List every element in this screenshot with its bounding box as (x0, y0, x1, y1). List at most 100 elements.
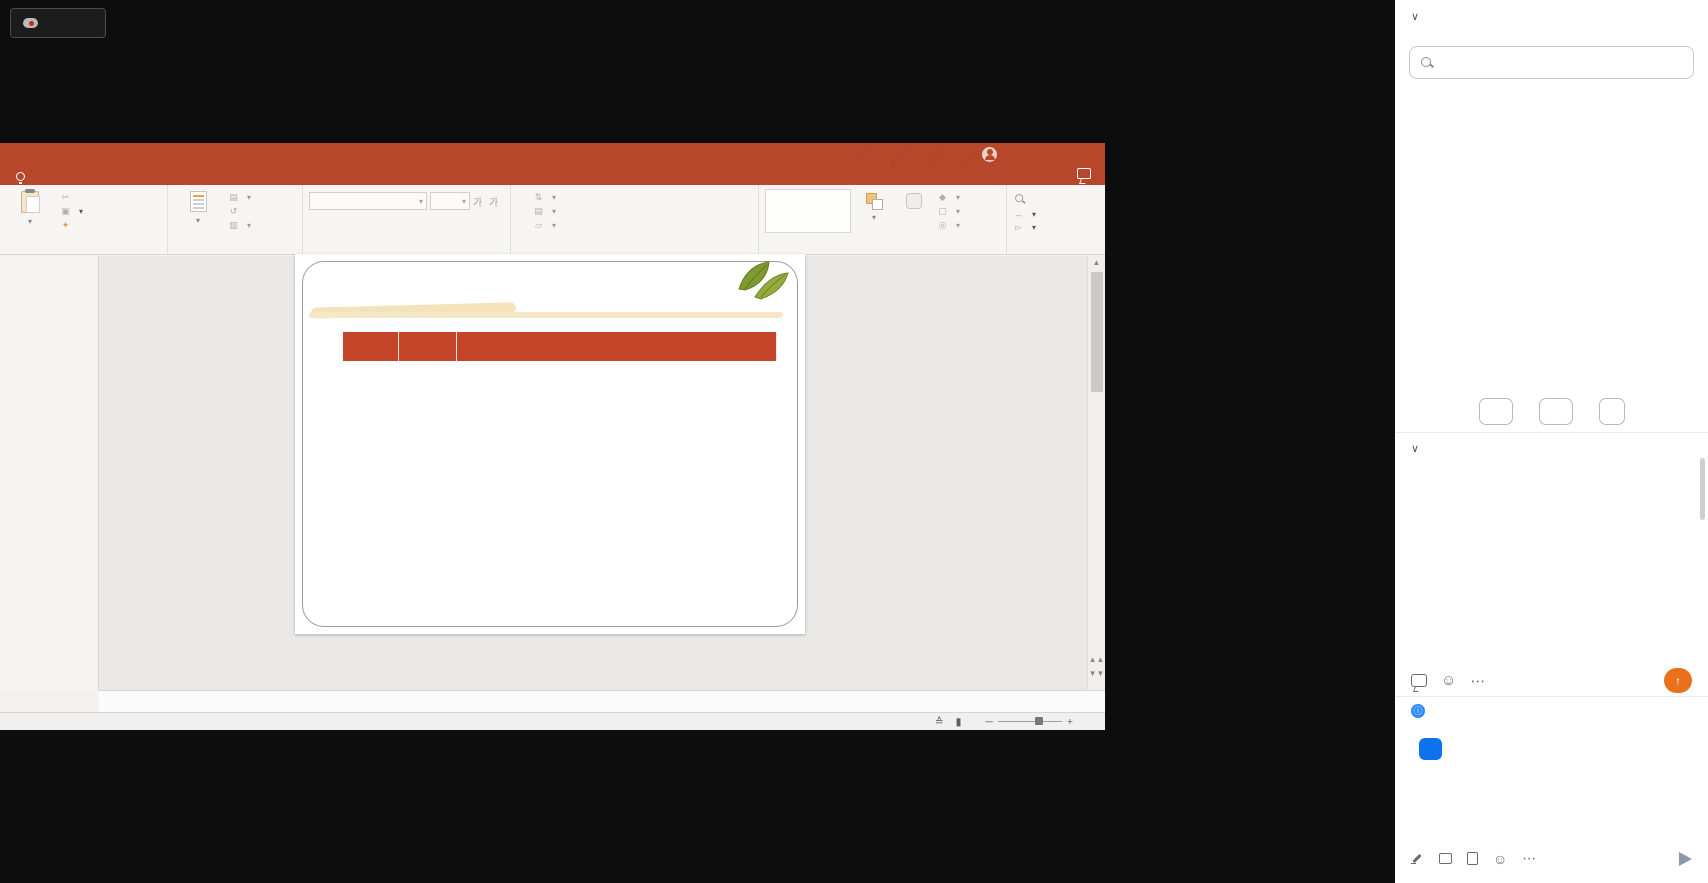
text-direction-icon: ⇅ (533, 192, 544, 203)
shape-outline-button[interactable]: ▢ ▾ (937, 206, 960, 217)
column-header (399, 332, 457, 361)
shape-effects-button[interactable]: ◎ ▾ (937, 220, 960, 231)
chat-input[interactable] (1411, 768, 1691, 785)
reset-icon: ↺ (228, 206, 239, 217)
recipient-selector[interactable] (1419, 738, 1442, 760)
smartart-icon: ▱ (533, 220, 544, 231)
slides-group: ▾ ▤ ▾ ↺ ▥ ▾ (168, 185, 303, 254)
chat-divider (1395, 696, 1708, 697)
mute-all-button[interactable] (1539, 398, 1573, 425)
editing-group: ↔ ▾ ▻ ▾ (1007, 185, 1105, 254)
participants-more-button[interactable] (1599, 398, 1625, 425)
attach-file-icon[interactable] (1467, 852, 1478, 865)
jump-to-unread-button[interactable] (1664, 668, 1692, 693)
arrange-button[interactable]: ▾ (857, 189, 891, 240)
notes-toggle[interactable]: ≙ (935, 716, 944, 728)
layout-icon: ▤ (228, 192, 239, 203)
search-input[interactable] (1440, 54, 1683, 71)
cut-button[interactable]: ✂ (60, 192, 83, 203)
search-icon (1420, 56, 1433, 70)
participant-list (1395, 88, 1708, 393)
ribbon: ▾ ✂ ▣ ▾ ✦ ▾ ▤ ▾ ↺ ▥ ▾ (0, 185, 1105, 255)
section-icon: ▥ (228, 220, 239, 231)
slide-thumbnail-panel (0, 256, 99, 690)
new-slide-button[interactable]: ▾ (174, 189, 222, 240)
interpretation-table (343, 332, 777, 362)
comments-icon[interactable] (1077, 168, 1091, 179)
chat-bubble-icon[interactable] (1411, 674, 1427, 687)
panel-divider (1395, 432, 1708, 433)
zoom-knob[interactable] (1035, 717, 1043, 725)
paste-button[interactable]: ▾ (6, 189, 54, 240)
text-direction-button[interactable]: ⇅ ▾ (533, 192, 556, 203)
smartart-button[interactable]: ▱ ▾ (533, 220, 556, 231)
more-options-icon[interactable]: ⋯ (1522, 850, 1536, 867)
drawing-group: ▾ ◆ ▾ ▢ ▾ ◎ ▾ (759, 185, 1007, 254)
replace-icon: ↔ (1013, 209, 1024, 219)
chat-scrollbar-thumb[interactable] (1700, 458, 1705, 520)
format-text-icon[interactable] (1411, 852, 1424, 865)
next-slide-button[interactable]: ▼▼ (1088, 669, 1105, 678)
font-name-combo[interactable]: ▾ (309, 192, 427, 210)
shape-fill-button[interactable]: ◆ ▾ (937, 192, 960, 203)
paste-icon (21, 191, 39, 213)
collapse-participants-icon[interactable]: ∨ (1411, 10, 1419, 23)
emoji-picker-icon[interactable]: ☺ (1493, 851, 1507, 867)
find-button[interactable] (1013, 192, 1036, 206)
section-button[interactable]: ▥ ▾ (228, 220, 251, 231)
select-button[interactable]: ▻ ▾ (1013, 222, 1036, 233)
grow-shrink-font-buttons[interactable]: 가 가 (473, 194, 500, 209)
column-header (457, 332, 777, 361)
quick-styles-button[interactable] (897, 189, 931, 240)
find-icon (1014, 193, 1025, 204)
chat-privacy-note: ⓘ (1411, 703, 1691, 718)
collapse-chat-icon[interactable]: ∨ (1411, 442, 1419, 455)
new-slide-icon (190, 191, 207, 212)
layout-button[interactable]: ▤ ▾ (228, 192, 251, 203)
send-message-button[interactable] (1679, 852, 1692, 866)
zoom-side-panel: ∨ ∨ ☺ ⋯ ⓘ (1395, 0, 1708, 883)
reset-button[interactable]: ↺ (228, 206, 251, 217)
shapes-gallery[interactable] (765, 189, 851, 233)
leaf-decoration (725, 257, 791, 303)
tell-me-search[interactable] (0, 169, 43, 185)
slide-scrollbar[interactable]: ▲ ▲▲ ▼▼ (1087, 256, 1105, 690)
scroll-up-icon[interactable]: ▲ (1088, 258, 1105, 267)
titlebar-decoration (855, 145, 975, 163)
invite-button[interactable] (1479, 398, 1513, 425)
ppt-title-bar (0, 143, 1105, 165)
comments-toggle[interactable]: ▮ (956, 716, 962, 728)
recording-indicator[interactable] (10, 8, 106, 38)
privacy-info-icon[interactable]: ⓘ (1411, 704, 1425, 718)
emoji-reaction-icon[interactable]: ☺ (1441, 672, 1456, 689)
select-icon: ▻ (1013, 222, 1024, 233)
previous-slide-button[interactable]: ▲▲ (1088, 655, 1105, 664)
participant-search[interactable] (1409, 46, 1694, 79)
format-painter-button[interactable]: ✦ (60, 220, 83, 231)
scissors-icon: ✂ (60, 192, 71, 203)
align-text-button[interactable]: ▤ ▾ (533, 206, 556, 217)
slide (295, 254, 805, 634)
replace-button[interactable]: ↔ ▾ (1013, 209, 1036, 219)
shape-outline-icon: ▢ (937, 206, 948, 217)
chat-more-icon[interactable]: ⋯ (1470, 672, 1485, 690)
copy-icon: ▣ (60, 206, 71, 217)
table-header-row (343, 332, 777, 362)
clipboard-group: ▾ ✂ ▣ ▾ ✦ (0, 185, 168, 254)
copy-button[interactable]: ▣ ▾ (60, 206, 83, 217)
zoom-in-icon[interactable]: + (1067, 716, 1073, 728)
format-painter-icon: ✦ (60, 220, 71, 231)
scrollbar-thumb[interactable] (1091, 272, 1103, 392)
lightbulb-icon (16, 172, 25, 181)
account-user[interactable] (977, 147, 997, 162)
font-size-combo[interactable]: ▾ (430, 192, 470, 210)
cloud-recording-icon (23, 17, 40, 29)
notes-pane[interactable] (99, 690, 1105, 712)
zoom-slider[interactable]: ─ + (985, 716, 1073, 728)
ribbon-tabs (0, 165, 1105, 185)
ppt-status-bar: ≙ ▮ ─ + (0, 712, 1105, 730)
zoom-out-icon[interactable]: ─ (985, 716, 992, 728)
screenshot-icon[interactable] (1439, 853, 1452, 864)
shape-effects-icon: ◎ (937, 220, 948, 231)
title-swoosh-tail (309, 312, 783, 318)
